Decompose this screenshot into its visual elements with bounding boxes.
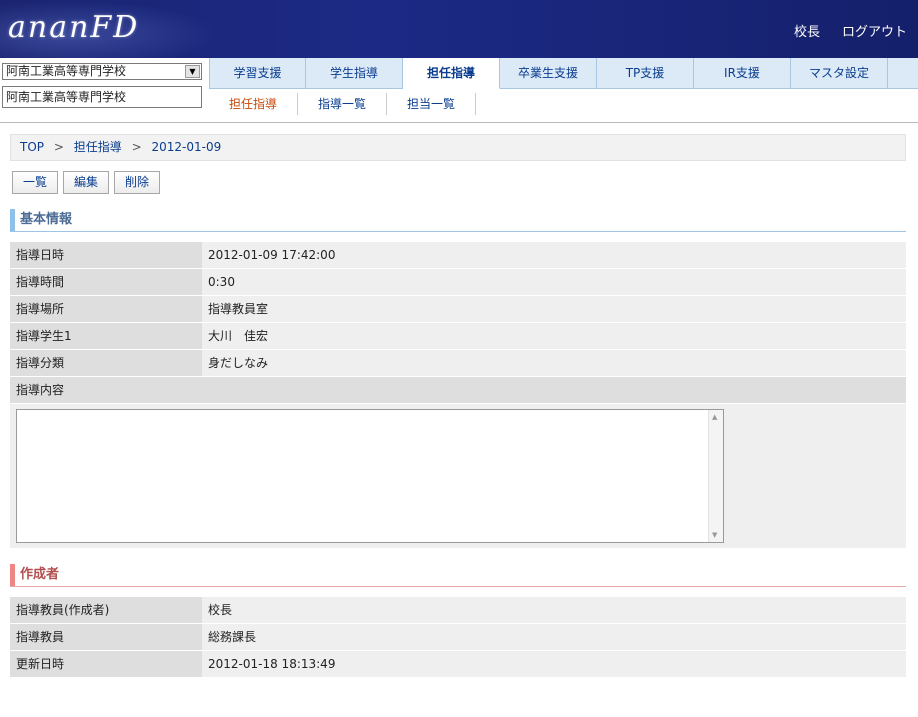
row-value: 0:30 — [202, 269, 906, 295]
breadcrumb: TOP > 担任指導 > 2012-01-09 — [10, 134, 906, 161]
delete-button[interactable]: 削除 — [114, 171, 161, 194]
breadcrumb-current: 2012-01-09 — [151, 140, 222, 154]
tab-ir-support[interactable]: IR支援 — [694, 58, 791, 89]
chevron-down-icon[interactable]: ▼ — [185, 65, 200, 78]
tab-master-settings[interactable]: マスタ設定 — [791, 58, 888, 89]
sub-nav: 担任指導 指導一覧 担当一覧 — [209, 93, 477, 117]
row-label: 指導分類 — [10, 350, 202, 376]
row-label: 更新日時 — [10, 651, 202, 677]
tab-graduate-support[interactable]: 卒業生支援 — [500, 58, 597, 89]
row-value: 大川 佳宏 — [202, 323, 906, 349]
row-value: 校長 — [202, 597, 906, 623]
school-name-field[interactable]: 阿南工業高等専門学校 — [2, 86, 202, 108]
breadcrumb-top[interactable]: TOP — [20, 140, 44, 154]
row-value: 総務課長 — [202, 624, 906, 650]
row-label: 指導日時 — [10, 242, 202, 268]
scroll-up-icon[interactable]: ▲ — [712, 413, 717, 421]
app-logo[interactable]: ananFD — [8, 10, 139, 45]
school-select-value: 阿南工業高等専門学校 — [6, 64, 127, 78]
info-row: 指導日時 2012-01-09 17:42:00 — [10, 242, 906, 268]
info-row: 指導教員 総務課長 — [10, 624, 906, 650]
info-row-content: 指導内容 — [10, 377, 906, 403]
section-basic-info-title: 基本情報 — [10, 209, 906, 232]
info-row: 指導教員(作成者) 校長 — [10, 597, 906, 623]
content-box: ▲ ▼ — [10, 404, 906, 548]
nav-divider — [0, 122, 918, 123]
app-header: ananFD 校長 ログアウト — [0, 0, 918, 58]
row-label: 指導場所 — [10, 296, 202, 322]
row-label: 指導教員(作成者) — [10, 597, 202, 623]
tabs-filler — [888, 58, 918, 89]
row-value: 2012-01-18 18:13:49 — [202, 651, 906, 677]
breadcrumb-homeroom[interactable]: 担任指導 — [74, 140, 122, 154]
row-label: 指導教員 — [10, 624, 202, 650]
breadcrumb-separator: > — [131, 140, 142, 154]
info-row: 指導分類 身だしなみ — [10, 350, 906, 376]
section-creator-title: 作成者 — [10, 564, 906, 587]
info-row: 指導時間 0:30 — [10, 269, 906, 295]
row-label: 指導時間 — [10, 269, 202, 295]
row-label: 指導学生1 — [10, 323, 202, 349]
creator-table: 指導教員(作成者) 校長 指導教員 総務課長 更新日時 2012-01-18 1… — [10, 597, 906, 678]
row-value: 2012-01-09 17:42:00 — [202, 242, 906, 268]
basic-info-table: 指導日時 2012-01-09 17:42:00 指導時間 0:30 指導場所 … — [10, 242, 906, 548]
scroll-down-icon[interactable]: ▼ — [712, 531, 717, 539]
action-toolbar: 一覧 編集 削除 — [12, 171, 161, 194]
tab-tp-support[interactable]: TP支援 — [597, 58, 694, 89]
subnav-homeroom-guidance[interactable]: 担任指導 — [209, 93, 299, 115]
tab-student-guidance[interactable]: 学生指導 — [306, 58, 403, 89]
info-row: 更新日時 2012-01-18 18:13:49 — [10, 651, 906, 677]
main-tabs: 学習支援 学生指導 担任指導 卒業生支援 TP支援 IR支援 マスタ設定 — [209, 58, 888, 89]
textarea-scrollbar[interactable]: ▲ ▼ — [708, 410, 723, 542]
info-row: 指導場所 指導教員室 — [10, 296, 906, 322]
info-row: 指導学生1 大川 佳宏 — [10, 323, 906, 349]
list-button[interactable]: 一覧 — [12, 171, 59, 194]
edit-button[interactable]: 編集 — [63, 171, 110, 194]
row-label: 指導内容 — [10, 377, 906, 403]
school-select[interactable]: 阿南工業高等専門学校 ▼ — [2, 63, 202, 80]
tab-learning-support[interactable]: 学習支援 — [209, 58, 306, 89]
user-name: 校長 — [794, 25, 821, 40]
tab-homeroom-guidance[interactable]: 担任指導 — [403, 58, 500, 89]
breadcrumb-separator: > — [53, 140, 64, 154]
logout-link[interactable]: ログアウト — [842, 21, 907, 40]
subnav-guidance-list[interactable]: 指導一覧 — [298, 93, 388, 115]
subnav-assignment-list[interactable]: 担当一覧 — [387, 93, 477, 115]
guidance-content-textarea[interactable]: ▲ ▼ — [16, 409, 724, 543]
row-value: 身だしなみ — [202, 350, 906, 376]
row-value: 指導教員室 — [202, 296, 906, 322]
